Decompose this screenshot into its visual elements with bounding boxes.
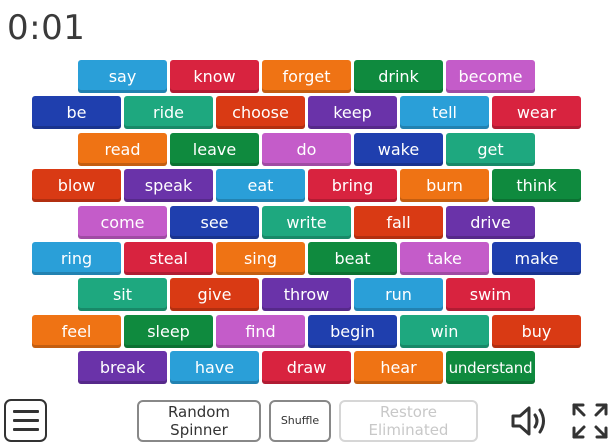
word-tile-ride[interactable]: ride [124, 96, 213, 129]
word-tile-throw[interactable]: throw [262, 278, 351, 311]
hamburger-line [12, 428, 39, 431]
word-tile-give[interactable]: give [170, 278, 259, 311]
word-tile-sleep[interactable]: sleep [124, 315, 213, 348]
word-tile-bring[interactable]: bring [308, 169, 397, 202]
word-tile-win[interactable]: win [400, 315, 489, 348]
fullscreen-icon[interactable] [571, 402, 609, 440]
word-tile-begin[interactable]: begin [308, 315, 397, 348]
word-tile-find[interactable]: find [216, 315, 305, 348]
hamburger-line [12, 410, 39, 413]
word-tile-do[interactable]: do [262, 133, 351, 166]
word-tile-take[interactable]: take [400, 242, 489, 275]
word-tile-be[interactable]: be [32, 96, 121, 129]
word-tile-sing[interactable]: sing [216, 242, 305, 275]
word-tile-have[interactable]: have [170, 351, 259, 384]
word-tile-sit[interactable]: sit [78, 278, 167, 311]
word-tile-buy[interactable]: buy [492, 315, 581, 348]
restore-label-line1: Restore [380, 403, 437, 421]
menu-button[interactable] [4, 399, 47, 442]
random-spinner-label-line1: Random [167, 403, 231, 421]
word-tile-speak[interactable]: speak [124, 169, 213, 202]
word-tile-make[interactable]: make [492, 242, 581, 275]
word-tile-beat[interactable]: beat [308, 242, 397, 275]
word-tile-know[interactable]: know [170, 60, 259, 93]
speaker-icon[interactable] [510, 404, 550, 438]
word-tile-blow[interactable]: blow [32, 169, 121, 202]
word-tile-steal[interactable]: steal [124, 242, 213, 275]
word-tile-say[interactable]: say [78, 60, 167, 93]
shuffle-label: Shuffle [280, 414, 320, 428]
word-tile-ring[interactable]: ring [32, 242, 121, 275]
word-tile-become[interactable]: become [446, 60, 535, 93]
bottom-toolbar: Random Spinner Shuffle Restore Eliminate… [0, 396, 616, 446]
word-tile-get[interactable]: get [446, 133, 535, 166]
hamburger-line [12, 419, 39, 422]
word-tile-write[interactable]: write [262, 206, 351, 239]
random-spinner-button[interactable]: Random Spinner [137, 400, 261, 442]
shuffle-button[interactable]: Shuffle [269, 400, 331, 442]
word-tile-feel[interactable]: feel [32, 315, 121, 348]
word-tile-draw[interactable]: draw [262, 351, 351, 384]
word-tile-break[interactable]: break [78, 351, 167, 384]
word-tile-drive[interactable]: drive [446, 206, 535, 239]
word-tile-leave[interactable]: leave [170, 133, 259, 166]
word-tile-read[interactable]: read [78, 133, 167, 166]
word-tile-forget[interactable]: forget [262, 60, 351, 93]
word-tile-choose[interactable]: choose [216, 96, 305, 129]
word-tile-hear[interactable]: hear [354, 351, 443, 384]
word-tile-swim[interactable]: swim [446, 278, 535, 311]
timer-display: 0:01 [7, 8, 86, 48]
word-tile-wear[interactable]: wear [492, 96, 581, 129]
word-tile-tell[interactable]: tell [400, 96, 489, 129]
restore-eliminated-button[interactable]: Restore Eliminated [339, 400, 478, 442]
word-tile-keep[interactable]: keep [308, 96, 397, 129]
word-tile-eat[interactable]: eat [216, 169, 305, 202]
word-tile-fall[interactable]: fall [354, 206, 443, 239]
restore-label-line2: Eliminated [368, 421, 449, 439]
word-tile-see[interactable]: see [170, 206, 259, 239]
word-tile-run[interactable]: run [354, 278, 443, 311]
word-tile-drink[interactable]: drink [354, 60, 443, 93]
word-tile-understand[interactable]: understand [446, 351, 535, 384]
random-spinner-label-line2: Spinner [170, 421, 228, 439]
word-tile-burn[interactable]: burn [400, 169, 489, 202]
word-tile-think[interactable]: think [492, 169, 581, 202]
word-tile-wake[interactable]: wake [354, 133, 443, 166]
word-tile-come[interactable]: come [78, 206, 167, 239]
